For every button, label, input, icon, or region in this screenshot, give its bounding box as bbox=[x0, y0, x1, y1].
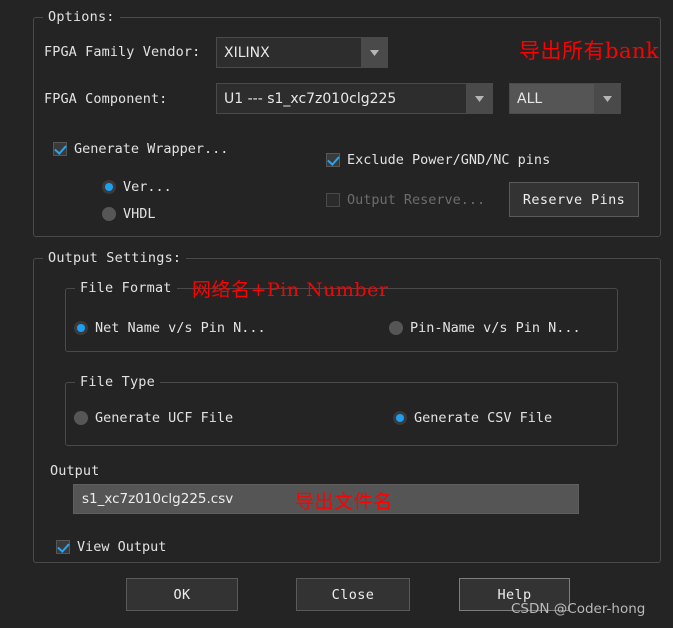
file-type-csv-radio[interactable]: Generate CSV File bbox=[393, 410, 552, 426]
view-output-checkbox-row[interactable]: View Output bbox=[56, 539, 166, 555]
annotation-export-all-banks: 导出所有bank bbox=[519, 39, 660, 63]
fpga-component-value[interactable]: U1 --- s1_xc7z010clg225 bbox=[217, 84, 466, 113]
annotation-export-file-name: 导出文件名 bbox=[295, 491, 393, 513]
reserve-pins-button-label: Reserve Pins bbox=[522, 191, 626, 208]
file-format-pin-name-label: Pin-Name v/s Pin N... bbox=[410, 320, 581, 336]
fpga-component-combobox[interactable]: U1 --- s1_xc7z010clg225 bbox=[216, 83, 493, 114]
wrapper-language-vhdl-radio[interactable]: VHDL bbox=[102, 206, 156, 222]
exclude-power-pins-checkbox-row[interactable]: Exclude Power/GND/NC pins bbox=[326, 152, 550, 168]
generate-wrapper-checkbox-row[interactable]: Generate Wrapper... bbox=[53, 141, 228, 157]
fpga-family-vendor-value[interactable]: XILINX bbox=[217, 38, 361, 67]
output-filename-value: s1_xc7z010clg225.csv bbox=[82, 491, 234, 507]
close-button[interactable]: Close bbox=[296, 578, 410, 611]
ok-button-label: OK bbox=[173, 586, 191, 603]
view-output-label: View Output bbox=[77, 539, 167, 555]
chevron-down-icon[interactable] bbox=[466, 84, 492, 113]
output-settings-groupbox-title: Output Settings: bbox=[43, 250, 187, 266]
output-filename-label: Output bbox=[50, 463, 100, 479]
checkbox-icon[interactable] bbox=[326, 193, 340, 207]
wrapper-language-verilog-label: Ver... bbox=[123, 179, 172, 195]
file-type-ucf-label: Generate UCF File bbox=[95, 410, 234, 426]
options-groupbox-title: Options: bbox=[43, 9, 120, 25]
radio-icon[interactable] bbox=[102, 180, 116, 194]
checkbox-icon[interactable] bbox=[56, 540, 70, 554]
file-format-net-name-radio[interactable]: Net Name v/s Pin N... bbox=[74, 320, 266, 336]
annotation-net-name-pin-number: 网络名+Pin Number bbox=[192, 279, 389, 301]
radio-icon[interactable] bbox=[74, 411, 88, 425]
radio-icon[interactable] bbox=[74, 321, 88, 335]
wrapper-language-verilog-radio[interactable]: Ver... bbox=[102, 179, 172, 195]
fpga-component-label: FPGA Component: bbox=[44, 91, 168, 107]
wrapper-language-vhdl-label: VHDL bbox=[123, 206, 156, 222]
output-reserve-checkbox-row[interactable]: Output Reserve... bbox=[326, 192, 485, 208]
watermark-text: CSDN @Coder-hong bbox=[511, 601, 646, 617]
checkbox-icon[interactable] bbox=[326, 153, 340, 167]
bank-select-combobox[interactable]: ALL bbox=[509, 83, 621, 114]
exclude-power-pins-label: Exclude Power/GND/NC pins bbox=[347, 152, 551, 168]
reserve-pins-button[interactable]: Reserve Pins bbox=[509, 182, 639, 217]
file-type-groupbox-title: File Type bbox=[75, 374, 160, 390]
radio-icon[interactable] bbox=[393, 411, 407, 425]
output-reserve-label: Output Reserve... bbox=[347, 192, 486, 208]
checkbox-icon[interactable] bbox=[53, 142, 67, 156]
file-format-net-name-label: Net Name v/s Pin N... bbox=[95, 320, 266, 336]
file-format-pin-name-radio[interactable]: Pin-Name v/s Pin N... bbox=[389, 320, 581, 336]
chevron-down-icon[interactable] bbox=[594, 84, 620, 113]
close-button-label: Close bbox=[331, 586, 375, 603]
radio-icon[interactable] bbox=[102, 207, 116, 221]
file-format-groupbox-title: File Format bbox=[75, 280, 177, 296]
bank-select-value[interactable]: ALL bbox=[510, 84, 594, 113]
chevron-down-icon[interactable] bbox=[361, 38, 387, 67]
fpga-family-vendor-label: FPGA Family Vendor: bbox=[44, 44, 201, 60]
fpga-family-vendor-combobox[interactable]: XILINX bbox=[216, 37, 388, 68]
file-type-ucf-radio[interactable]: Generate UCF File bbox=[74, 410, 233, 426]
file-type-csv-label: Generate CSV File bbox=[414, 410, 553, 426]
ok-button[interactable]: OK bbox=[126, 578, 238, 611]
generate-wrapper-label: Generate Wrapper... bbox=[74, 141, 229, 157]
radio-icon[interactable] bbox=[389, 321, 403, 335]
